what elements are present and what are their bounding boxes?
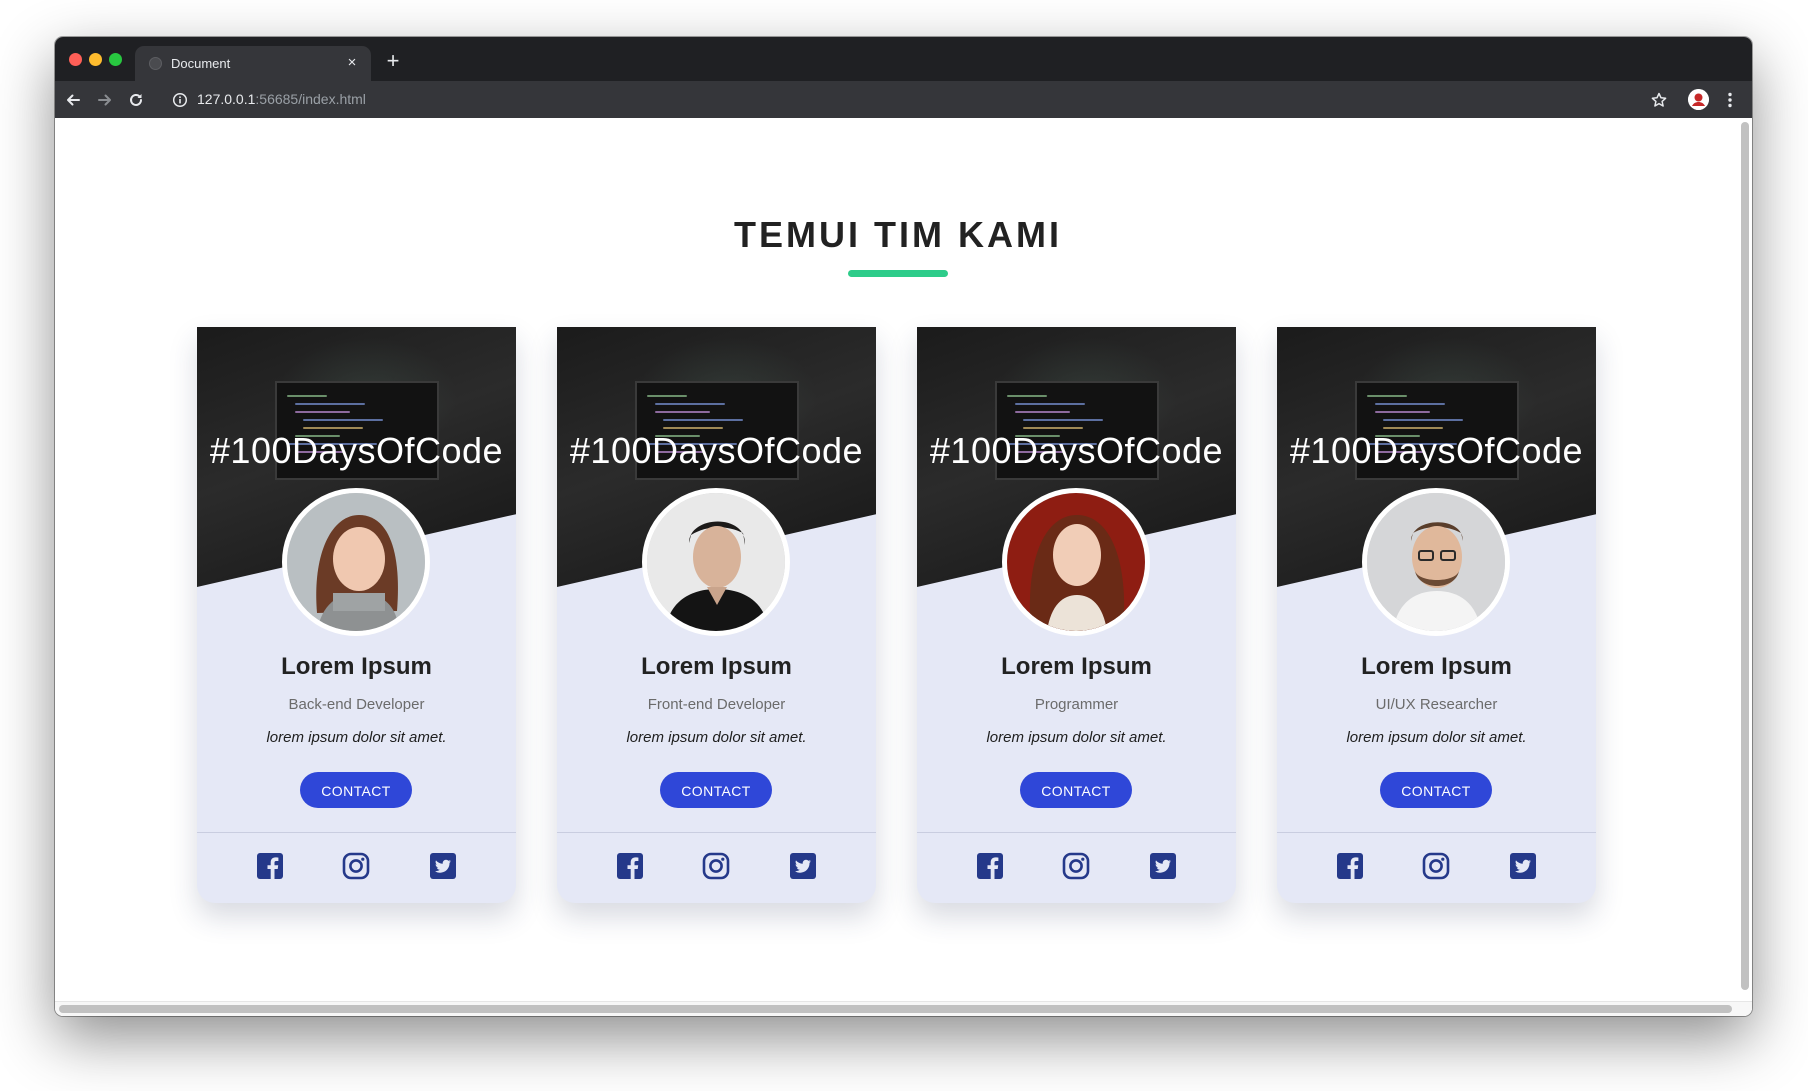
avatar: [642, 488, 790, 636]
url-host: 127.0.0.1: [197, 91, 256, 107]
tab-title: Document: [171, 56, 231, 71]
member-name: Lorem Ipsum: [281, 653, 432, 680]
tab-close-icon[interactable]: ×: [343, 54, 361, 72]
more-menu-icon[interactable]: [1719, 89, 1741, 111]
page-title: TEMUI TIM KAMI: [734, 214, 1062, 255]
title-underline: [848, 270, 948, 277]
close-window-button[interactable]: [69, 53, 82, 66]
member-role: UI/UX Researcher: [1375, 696, 1498, 713]
team-card: #100DaysOfCode Lorem Ipsum Programmer lo…: [917, 327, 1236, 903]
url-path: :56685/index.html: [255, 91, 366, 107]
browser-window: Document × + 127.0.0.1:56685/index.html: [55, 37, 1752, 1016]
globe-icon: [149, 57, 162, 70]
twitter-icon[interactable]: [429, 852, 457, 880]
new-tab-button[interactable]: +: [382, 50, 404, 73]
twitter-icon[interactable]: [1509, 852, 1537, 880]
member-description: lorem ipsum dolor sit amet.: [1346, 729, 1527, 746]
cover-hashtag: #100DaysOfCode: [1289, 430, 1584, 471]
horizontal-scrollbar[interactable]: [59, 1005, 1732, 1013]
card-divider: [1277, 832, 1596, 833]
contact-button[interactable]: CONTACT: [300, 772, 412, 808]
cover-hashtag: #100DaysOfCode: [569, 430, 864, 471]
card-divider: [557, 832, 876, 833]
card-divider: [197, 832, 516, 833]
team-card: #100DaysOfCode Lorem Ipsum Back-end Deve…: [197, 327, 516, 903]
contact-button[interactable]: CONTACT: [1380, 772, 1492, 808]
team-card: #100DaysOfCode Lorem Ipsum UI/UX Researc…: [1277, 327, 1596, 903]
member-description: lorem ipsum dolor sit amet.: [626, 729, 807, 746]
instagram-icon[interactable]: [702, 852, 730, 880]
instagram-icon[interactable]: [342, 852, 370, 880]
member-role: Back-end Developer: [288, 696, 425, 713]
contact-button[interactable]: CONTACT: [1020, 772, 1132, 808]
reload-icon[interactable]: [125, 89, 147, 111]
profile-avatar-icon[interactable]: [1688, 89, 1709, 110]
avatar: [282, 488, 430, 636]
forward-arrow-icon[interactable]: [94, 89, 116, 111]
maximize-window-button[interactable]: [109, 53, 122, 66]
cover-hashtag: #100DaysOfCode: [929, 430, 1224, 471]
info-icon[interactable]: [172, 92, 188, 108]
instagram-icon[interactable]: [1062, 852, 1090, 880]
twitter-icon[interactable]: [789, 852, 817, 880]
facebook-icon[interactable]: [616, 852, 644, 880]
back-arrow-icon[interactable]: [62, 89, 84, 111]
card-divider: [917, 832, 1236, 833]
instagram-icon[interactable]: [1422, 852, 1450, 880]
facebook-icon[interactable]: [256, 852, 284, 880]
member-description: lorem ipsum dolor sit amet.: [986, 729, 1167, 746]
team-card: #100DaysOfCode Lorem Ipsum Front-end Dev…: [557, 327, 876, 903]
address-bar[interactable]: 127.0.0.1:56685/index.html: [197, 91, 366, 107]
facebook-icon[interactable]: [976, 852, 1004, 880]
horizontal-scrollbar-track: [55, 1001, 1752, 1016]
member-role: Front-end Developer: [647, 696, 786, 713]
member-description: lorem ipsum dolor sit amet.: [266, 729, 447, 746]
tab-document[interactable]: Document ×: [135, 46, 371, 81]
minimize-window-button[interactable]: [89, 53, 102, 66]
member-name: Lorem Ipsum: [1001, 653, 1152, 680]
twitter-icon[interactable]: [1149, 852, 1177, 880]
avatar: [1362, 488, 1510, 636]
page-viewport: TEMUI TIM KAMI #100DaysOfCode Lorem Ipsu…: [55, 118, 1752, 1016]
member-name: Lorem Ipsum: [641, 653, 792, 680]
member-name: Lorem Ipsum: [1361, 653, 1512, 680]
cover-hashtag: #100DaysOfCode: [209, 430, 504, 471]
browser-toolbar: 127.0.0.1:56685/index.html: [55, 81, 1752, 118]
star-icon[interactable]: [1648, 89, 1670, 111]
member-role: Programmer: [1034, 696, 1119, 713]
vertical-scrollbar[interactable]: [1741, 122, 1749, 990]
facebook-icon[interactable]: [1336, 852, 1364, 880]
contact-button[interactable]: CONTACT: [660, 772, 772, 808]
avatar: [1002, 488, 1150, 636]
tab-strip: Document × +: [55, 37, 1752, 81]
